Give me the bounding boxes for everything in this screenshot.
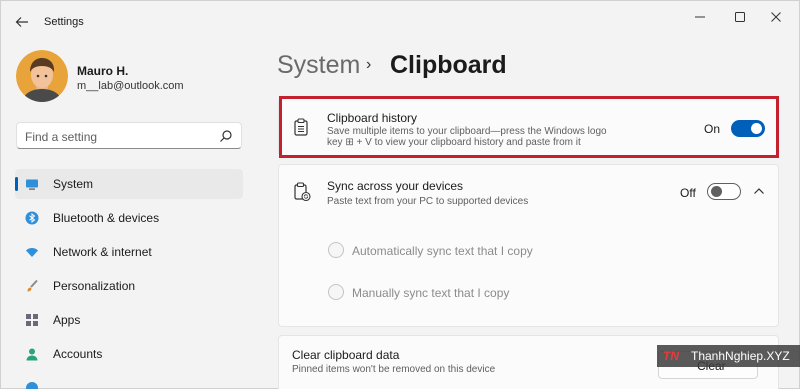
app-title: Settings	[44, 16, 84, 28]
watermark: TN ThanhNghiep.XYZ	[657, 345, 800, 367]
profile-email: m__lab@outlook.com	[77, 80, 184, 92]
breadcrumb-separator: ›	[366, 56, 372, 73]
chevron-up-icon[interactable]	[753, 186, 765, 196]
auto-sync-radio[interactable]	[328, 242, 344, 258]
apps-icon	[26, 314, 38, 326]
sidebar-item-label: Apps	[53, 313, 81, 327]
sidebar-item-label: Bluetooth & devices	[53, 211, 160, 225]
breadcrumb-parent[interactable]: System	[277, 51, 360, 80]
sidebar-item-accounts[interactable]: Accounts	[15, 339, 243, 369]
clock-icon	[26, 382, 38, 389]
sidebar-item-bluetooth[interactable]: Bluetooth & devices	[15, 203, 243, 233]
manual-sync-radio[interactable]	[328, 284, 344, 300]
maximize-icon	[735, 12, 745, 22]
sidebar-item-label: Accounts	[53, 347, 103, 361]
watermark-logo: TN	[663, 349, 679, 363]
brush-icon	[27, 279, 38, 292]
search-icon[interactable]	[219, 129, 233, 143]
monitor-icon	[26, 179, 38, 190]
back-button[interactable]	[9, 9, 35, 35]
page-title: Clipboard	[390, 51, 507, 79]
settings-window: Settings Mauro H. m__lab@outlook.com Fin…	[0, 0, 800, 389]
search-input[interactable]: Find a setting	[16, 122, 242, 149]
close-button[interactable]	[759, 7, 793, 27]
sidebar-item-personalization[interactable]: Personalization	[15, 271, 243, 301]
minimize-button[interactable]	[683, 7, 717, 27]
sync-card: Sync across your devices Paste text from…	[278, 164, 779, 327]
bluetooth-icon	[25, 211, 39, 225]
sidebar-item-system[interactable]: System	[15, 169, 243, 199]
toggle-knob	[711, 186, 722, 197]
sidebar-item-label: Network & internet	[53, 245, 152, 259]
search-placeholder: Find a setting	[25, 130, 98, 144]
sync-toggle[interactable]	[707, 183, 741, 200]
sidebar-item-partial[interactable]	[15, 373, 243, 389]
sync-title: Sync across your devices	[327, 179, 464, 193]
sidebar-item-label: System	[53, 177, 94, 191]
sidebar-item-apps[interactable]: Apps	[15, 305, 243, 335]
active-indicator	[15, 177, 18, 191]
arrow-left-icon	[15, 17, 28, 27]
clear-title: Clear clipboard data	[292, 348, 400, 362]
manual-sync-label: Manually sync text that I copy	[352, 286, 510, 300]
sync-state: Off	[680, 186, 696, 200]
watermark-text: ThanhNghiep.XYZ	[691, 349, 790, 363]
auto-sync-label: Automatically sync text that I copy	[352, 244, 533, 258]
clipboard-sync-icon	[294, 182, 311, 202]
sidebar-item-network[interactable]: Network & internet	[15, 237, 243, 267]
close-icon	[771, 12, 781, 22]
profile-name: Mauro H.	[77, 64, 129, 78]
wifi-icon	[26, 248, 38, 257]
sync-desc: Paste text from your PC to supported dev…	[327, 196, 529, 207]
avatar	[16, 50, 68, 102]
minimize-icon	[695, 16, 705, 18]
sidebar-item-label: Personalization	[53, 279, 136, 293]
person-icon	[26, 348, 38, 361]
title-bar: Settings	[1, 1, 800, 41]
highlight-box	[279, 96, 779, 158]
clear-desc: Pinned items won't be removed on this de…	[292, 364, 496, 375]
maximize-button[interactable]	[723, 7, 757, 27]
